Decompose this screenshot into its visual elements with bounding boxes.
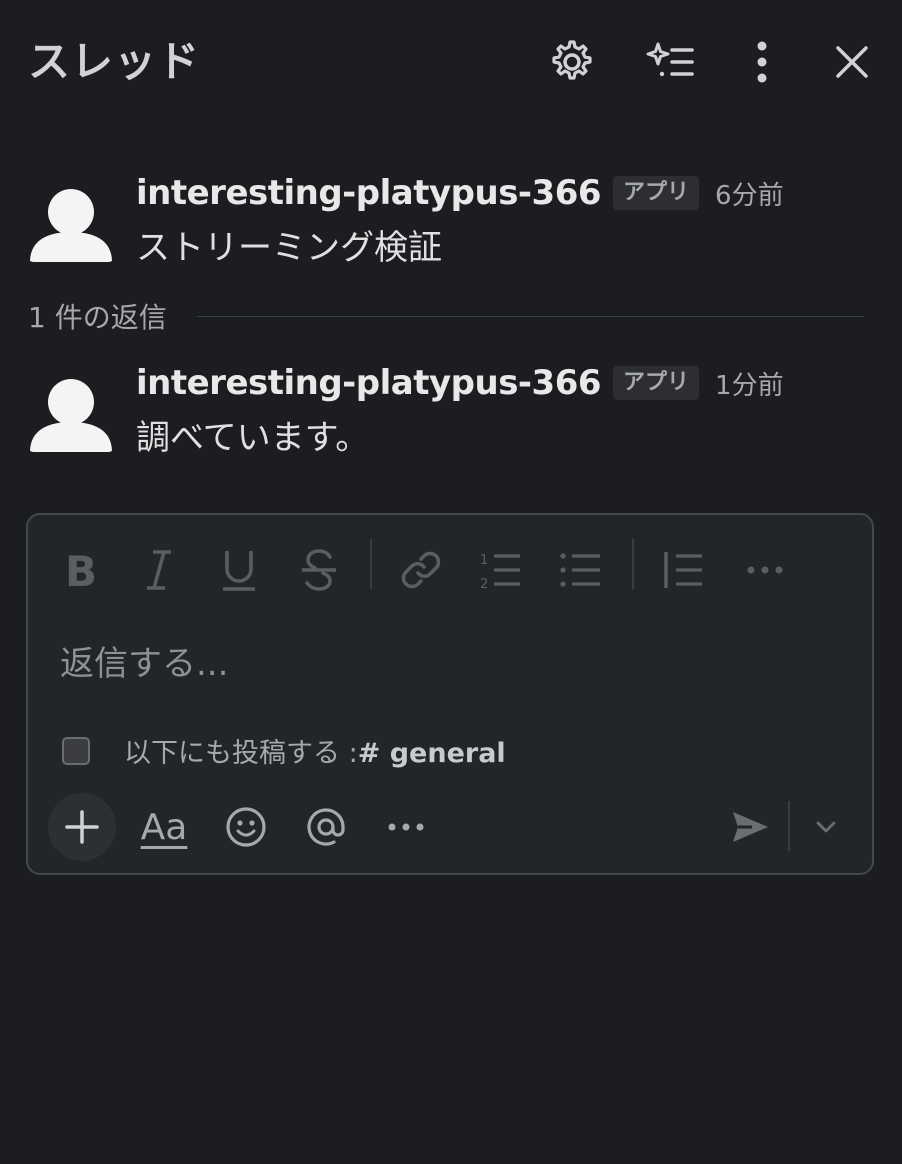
mention-icon [307, 808, 345, 846]
blockquote-icon [664, 552, 702, 588]
page-title: スレッド [28, 37, 201, 86]
emoji-icon [226, 807, 266, 847]
bulleted-list-icon [560, 553, 600, 587]
ordered-list-button[interactable]: 1 2 [476, 545, 526, 595]
close-button[interactable] [826, 36, 878, 88]
settings-button[interactable] [546, 36, 598, 88]
svg-text:B: B [65, 548, 97, 592]
reply-divider: 1 件の返信 [28, 296, 864, 336]
italic-button[interactable] [134, 545, 184, 595]
also-post-checkbox[interactable] [62, 736, 90, 765]
more-horizontal-icon [388, 823, 424, 831]
ai-summary-button[interactable] [644, 36, 696, 88]
strikethrough-icon [302, 549, 336, 591]
gear-icon [552, 40, 592, 80]
app-badge: アプリ [613, 366, 700, 400]
chevron-down-icon [816, 821, 836, 833]
svg-text:1: 1 [480, 553, 488, 568]
message-header: interesting-platypus-366 アプリ 1分前 [136, 362, 784, 404]
more-vertical-icon [757, 41, 767, 83]
emoji-button[interactable] [218, 793, 274, 861]
underline-icon [223, 551, 255, 591]
reply-composer: B 1 2 返信する... 以下にも投稿する:# general Aa [26, 513, 874, 875]
strikethrough-button[interactable] [294, 545, 344, 595]
bold-button[interactable]: B [54, 545, 104, 595]
message-author[interactable]: interesting-platypus-366 [136, 173, 602, 213]
also-post-text: 以下にも投稿する : [124, 738, 358, 769]
also-post-channel: # general [357, 738, 506, 769]
text-format-button[interactable]: Aa [134, 793, 194, 861]
blockquote-button[interactable] [658, 545, 708, 595]
ordered-list-icon: 1 2 [480, 553, 520, 592]
more-options-button[interactable] [736, 36, 788, 88]
app-badge: アプリ [613, 176, 700, 210]
message-timestamp[interactable]: 6分前 [715, 175, 784, 212]
send-options-button[interactable] [806, 793, 846, 861]
also-post-option: 以下にも投稿する :# general [62, 731, 506, 770]
more-formatting-button[interactable] [740, 545, 790, 595]
user-silhouette-icon [30, 189, 112, 262]
toolbar-separator [632, 539, 634, 589]
bulleted-list-button[interactable] [556, 545, 606, 595]
reply-count: 1 件の返信 [28, 301, 167, 334]
message-header: interesting-platypus-366 アプリ 6分前 [136, 172, 784, 214]
underline-button[interactable] [214, 545, 264, 595]
reply-input[interactable] [58, 635, 842, 693]
message-text: ストリーミング検証 [136, 228, 442, 268]
plus-icon [65, 810, 99, 844]
message-text: 調べています。 [136, 418, 370, 458]
divider-line [196, 315, 864, 317]
link-button[interactable] [396, 545, 446, 595]
sparkle-list-icon [646, 42, 694, 77]
message-author[interactable]: interesting-platypus-366 [136, 363, 602, 403]
link-icon [401, 551, 441, 589]
toolbar-separator [370, 539, 372, 589]
more-horizontal-icon [747, 566, 783, 574]
italic-icon [147, 550, 171, 590]
close-icon [836, 46, 868, 78]
send-separator [788, 801, 790, 851]
send-icon [733, 812, 768, 842]
also-post-label[interactable]: 以下にも投稿する :# general [124, 731, 506, 770]
send-button[interactable] [724, 793, 776, 861]
user-silhouette-icon [30, 379, 112, 452]
mention-button[interactable] [298, 793, 354, 861]
thread-header: スレッド [0, 0, 902, 125]
avatar[interactable] [26, 362, 116, 452]
bold-icon: B [65, 548, 97, 592]
attach-button[interactable] [48, 793, 116, 861]
svg-text:2: 2 [480, 577, 488, 592]
message-timestamp[interactable]: 1分前 [715, 365, 784, 402]
avatar[interactable] [26, 172, 116, 262]
more-actions-button[interactable] [378, 793, 434, 861]
